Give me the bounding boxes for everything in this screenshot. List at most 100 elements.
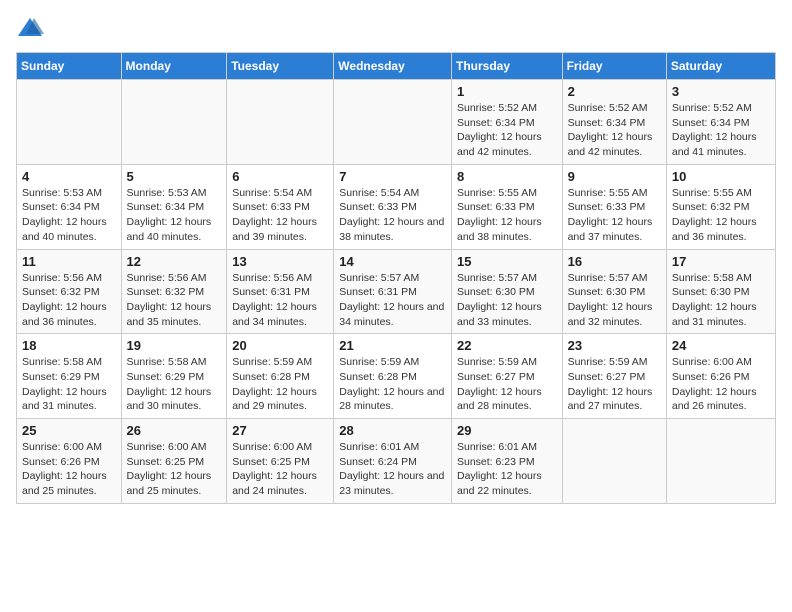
calendar-cell: 7 Sunrise: 5:54 AM Sunset: 6:33 PM Daylig… [334,164,452,249]
calendar-cell: 20 Sunrise: 5:59 AM Sunset: 6:28 PM Dayli… [227,334,334,419]
day-number: 8 [457,169,557,184]
day-info: Sunrise: 5:59 AM Sunset: 6:27 PM Dayligh… [457,355,557,414]
day-number: 5 [127,169,222,184]
calendar-cell [17,80,122,165]
day-number: 22 [457,338,557,353]
calendar-cell: 10 Sunrise: 5:55 AM Sunset: 6:32 PM Dayli… [666,164,775,249]
calendar-cell: 16 Sunrise: 5:57 AM Sunset: 6:30 PM Dayli… [562,249,666,334]
day-number: 29 [457,423,557,438]
day-info: Sunrise: 5:55 AM Sunset: 6:32 PM Dayligh… [672,186,770,245]
calendar-cell: 13Sunrise: 5:56 AM Sunset: 6:31 PM Dayli… [227,249,334,334]
day-info: Sunrise: 5:57 AM Sunset: 6:30 PM Dayligh… [568,271,661,330]
day-info: Sunrise: 5:52 AM Sunset: 6:34 PM Dayligh… [457,101,557,160]
calendar-cell [562,419,666,504]
calendar-table: SundayMondayTuesdayWednesdayThursdayFrid… [16,52,776,504]
day-number: 1 [457,84,557,99]
page-header [16,16,776,40]
calendar-cell: 14Sunrise: 5:57 AM Sunset: 6:31 PM Dayli… [334,249,452,334]
day-number: 26 [127,423,222,438]
day-number: 28 [339,423,446,438]
calendar-cell: 9 Sunrise: 5:55 AM Sunset: 6:33 PM Daylig… [562,164,666,249]
day-number: 27 [232,423,328,438]
day-number: 6 [232,169,328,184]
day-number: 15 [457,254,557,269]
col-header-wednesday: Wednesday [334,53,452,80]
day-number: 4 [22,169,116,184]
day-number: 3 [672,84,770,99]
day-info: Sunrise: 5:56 AM Sunset: 6:31 PM Dayligh… [232,271,328,330]
day-number: 9 [568,169,661,184]
day-info: Sunrise: 5:58 AM Sunset: 6:29 PM Dayligh… [127,355,222,414]
day-number: 2 [568,84,661,99]
calendar-cell: 4 Sunrise: 5:53 AM Sunset: 6:34 PM Daylig… [17,164,122,249]
day-number: 25 [22,423,116,438]
day-info: Sunrise: 5:54 AM Sunset: 6:33 PM Dayligh… [339,186,446,245]
col-header-tuesday: Tuesday [227,53,334,80]
calendar-cell: 5 Sunrise: 5:53 AM Sunset: 6:34 PM Daylig… [121,164,227,249]
day-number: 10 [672,169,770,184]
day-info: Sunrise: 5:54 AM Sunset: 6:33 PM Dayligh… [232,186,328,245]
col-header-saturday: Saturday [666,53,775,80]
day-info: Sunrise: 6:01 AM Sunset: 6:24 PM Dayligh… [339,440,446,499]
calendar-cell [121,80,227,165]
day-number: 19 [127,338,222,353]
day-number: 7 [339,169,446,184]
day-info: Sunrise: 5:53 AM Sunset: 6:34 PM Dayligh… [22,186,116,245]
day-info: Sunrise: 5:56 AM Sunset: 6:32 PM Dayligh… [127,271,222,330]
calendar-cell: 1 Sunrise: 5:52 AM Sunset: 6:34 PM Daylig… [451,80,562,165]
calendar-cell: 18Sunrise: 5:58 AM Sunset: 6:29 PM Dayli… [17,334,122,419]
col-header-sunday: Sunday [17,53,122,80]
logo-icon [16,16,44,40]
calendar-cell [227,80,334,165]
calendar-cell: 22 Sunrise: 5:59 AM Sunset: 6:27 PM Dayli… [451,334,562,419]
day-info: Sunrise: 5:55 AM Sunset: 6:33 PM Dayligh… [568,186,661,245]
calendar-cell: 19 Sunrise: 5:58 AM Sunset: 6:29 PM Dayli… [121,334,227,419]
day-number: 23 [568,338,661,353]
day-info: Sunrise: 5:53 AM Sunset: 6:34 PM Dayligh… [127,186,222,245]
calendar-cell: 3Sunrise: 5:52 AM Sunset: 6:34 PM Daylig… [666,80,775,165]
day-number: 12 [127,254,222,269]
day-number: 16 [568,254,661,269]
calendar-cell [666,419,775,504]
calendar-cell: 26 Sunrise: 6:00 AM Sunset: 6:25 PM Dayli… [121,419,227,504]
day-info: Sunrise: 5:57 AM Sunset: 6:30 PM Dayligh… [457,271,557,330]
col-header-monday: Monday [121,53,227,80]
day-info: Sunrise: 5:52 AM Sunset: 6:34 PM Dayligh… [568,101,661,160]
logo [16,16,48,40]
day-number: 21 [339,338,446,353]
day-info: Sunrise: 5:58 AM Sunset: 6:30 PM Dayligh… [672,271,770,330]
calendar-week-5: 25 Sunrise: 6:00 AM Sunset: 6:26 PM Dayli… [17,419,776,504]
calendar-cell: 12 Sunrise: 5:56 AM Sunset: 6:32 PM Dayli… [121,249,227,334]
calendar-cell: 27Sunrise: 6:00 AM Sunset: 6:25 PM Dayli… [227,419,334,504]
day-number: 18 [22,338,116,353]
calendar-cell: 8 Sunrise: 5:55 AM Sunset: 6:33 PM Daylig… [451,164,562,249]
calendar-week-4: 18 Sunrise: 5:58 AM Sunset: 6:29 PM Dayli… [17,334,776,419]
day-info: Sunrise: 5:55 AM Sunset: 6:33 PM Dayligh… [457,186,557,245]
col-header-thursday: Thursday [451,53,562,80]
calendar-cell: 2 Sunrise: 5:52 AM Sunset: 6:34 PM Daylig… [562,80,666,165]
calendar-week-2: 4 Sunrise: 5:53 AM Sunset: 6:34 PM Daylig… [17,164,776,249]
day-info: Sunrise: 6:00 AM Sunset: 6:26 PM Dayligh… [22,440,116,499]
day-info: Sunrise: 5:59 AM Sunset: 6:28 PM Dayligh… [339,355,446,414]
col-header-friday: Friday [562,53,666,80]
calendar-cell: 21 Sunrise: 5:59 AM Sunset: 6:28 PM Dayli… [334,334,452,419]
calendar-cell: 28 Sunrise: 6:01 AM Sunset: 6:24 PM Dayli… [334,419,452,504]
calendar-cell: 23Sunrise: 5:59 AM Sunset: 6:27 PM Dayli… [562,334,666,419]
day-number: 24 [672,338,770,353]
day-number: 17 [672,254,770,269]
day-info: Sunrise: 6:01 AM Sunset: 6:23 PM Dayligh… [457,440,557,499]
calendar-cell: 6 Sunrise: 5:54 AM Sunset: 6:33 PM Daylig… [227,164,334,249]
calendar-cell: 24 Sunrise: 6:00 AM Sunset: 6:26 PM Dayli… [666,334,775,419]
calendar-cell: 29 Sunrise: 6:01 AM Sunset: 6:23 PM Dayli… [451,419,562,504]
calendar-cell: 15 Sunrise: 5:57 AM Sunset: 6:30 PM Dayli… [451,249,562,334]
day-info: Sunrise: 6:00 AM Sunset: 6:25 PM Dayligh… [127,440,222,499]
calendar-header-row: SundayMondayTuesdayWednesdayThursdayFrid… [17,53,776,80]
calendar-week-3: 11 Sunrise: 5:56 AM Sunset: 6:32 PM Dayli… [17,249,776,334]
day-info: Sunrise: 6:00 AM Sunset: 6:26 PM Dayligh… [672,355,770,414]
day-info: Sunrise: 5:56 AM Sunset: 6:32 PM Dayligh… [22,271,116,330]
day-number: 11 [22,254,116,269]
day-info: Sunrise: 5:59 AM Sunset: 6:28 PM Dayligh… [232,355,328,414]
calendar-cell: 25 Sunrise: 6:00 AM Sunset: 6:26 PM Dayli… [17,419,122,504]
day-number: 14 [339,254,446,269]
day-number: 20 [232,338,328,353]
